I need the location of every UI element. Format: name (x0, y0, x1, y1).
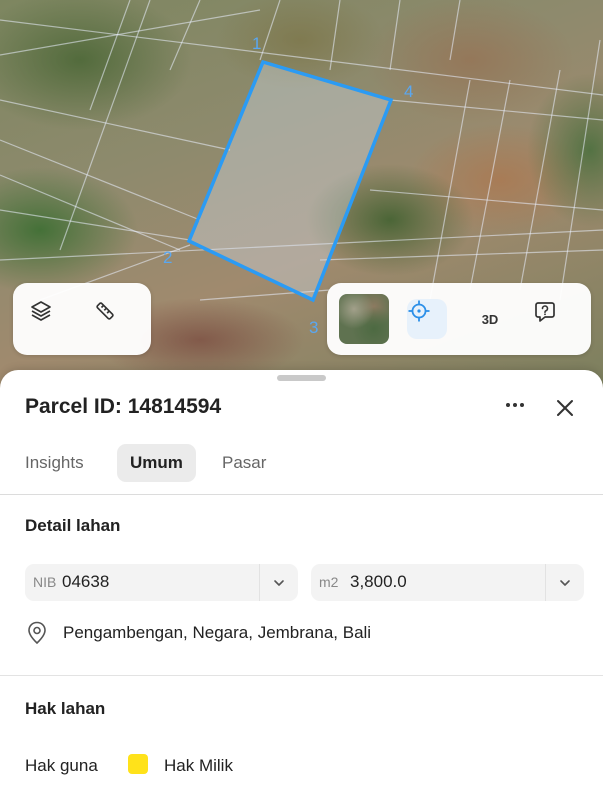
area-field[interactable]: m2 3,800.0 (311, 564, 584, 601)
map-tools-panel (13, 283, 151, 355)
layers-button[interactable] (29, 299, 69, 339)
vertex-label: 3 (309, 318, 318, 337)
measure-button[interactable] (93, 299, 133, 339)
location-row: Pengambengan, Negara, Jembrana, Bali (25, 620, 371, 646)
crosshair-icon (408, 300, 430, 322)
parcel-detail-sheet: Parcel ID: 14814594 Insights Umum Pasar … (0, 370, 603, 804)
vertex-label: 1 (252, 34, 261, 53)
feedback-button[interactable] (532, 299, 572, 339)
vertex-label: 2 (163, 248, 172, 267)
detail-section-title: Detail lahan (25, 516, 121, 535)
drag-handle[interactable] (277, 375, 326, 381)
hak-guna-label: Hak guna (25, 756, 98, 775)
chevron-down-icon (274, 579, 284, 586)
satellite-map[interactable]: 1 4 2 3 3D (0, 0, 603, 400)
rights-section-title: Hak lahan (25, 699, 106, 718)
chat-feedback-icon (535, 302, 555, 322)
layers-icon (31, 301, 51, 321)
tab-insights[interactable]: Insights (12, 444, 97, 482)
section-divider (0, 675, 603, 676)
more-options-button[interactable] (500, 394, 530, 418)
close-icon (557, 400, 573, 416)
area-value: 3,800.0 (350, 572, 407, 591)
nib-value: 04638 (62, 572, 110, 591)
tab-umum[interactable]: Umum (117, 444, 196, 482)
hak-guna-value: Hak Milik (164, 756, 233, 775)
tab-bar: Insights Umum Pasar (0, 444, 603, 495)
locate-button[interactable] (407, 299, 447, 339)
location-text: Pengambengan, Negara, Jembrana, Bali (63, 623, 372, 642)
nib-dropdown-button[interactable] (259, 564, 298, 601)
three-d-button[interactable]: 3D (470, 299, 510, 339)
ruler-icon (96, 302, 114, 320)
chevron-down-icon (560, 579, 570, 586)
more-icon (506, 403, 524, 407)
area-unit: m2 (319, 574, 339, 590)
basemap-thumbnail-button[interactable] (339, 294, 389, 344)
close-button[interactable] (551, 394, 579, 422)
nib-field[interactable]: NIB 04638 (25, 564, 298, 601)
parcel-title: Parcel ID: 14814594 (25, 395, 222, 418)
three-d-label: 3D (481, 311, 499, 327)
map-view-panel: 3D (327, 283, 591, 355)
location-pin-icon (28, 621, 46, 645)
tab-pasar[interactable]: Pasar (209, 444, 279, 482)
nib-prefix: NIB (33, 574, 57, 590)
hak-color-swatch (128, 754, 148, 774)
area-dropdown-button[interactable] (545, 564, 584, 601)
vertex-label: 4 (404, 82, 413, 101)
